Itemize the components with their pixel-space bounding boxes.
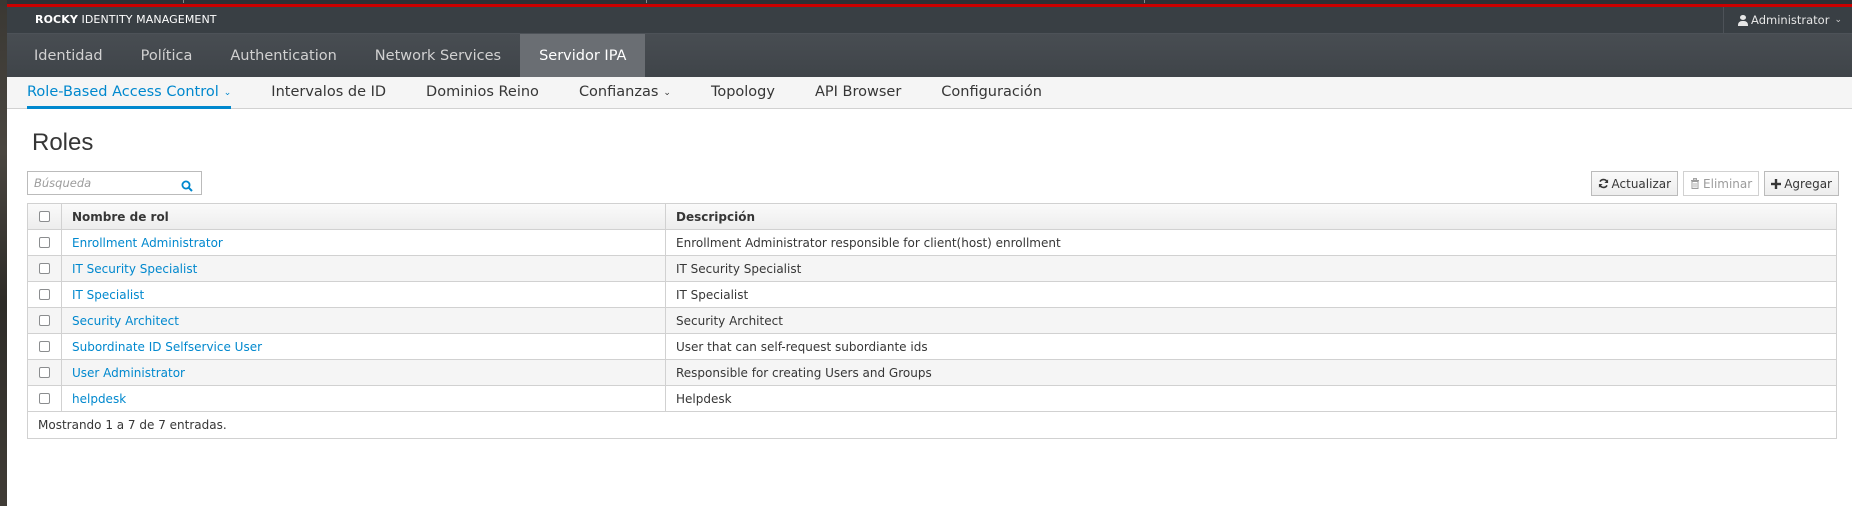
table-header: Nombre de rol Descripción	[28, 204, 1836, 230]
masthead: ROCKY IDENTITY MANAGEMENT Administrator …	[7, 7, 1852, 34]
chevron-down-icon: ⌄	[223, 87, 232, 98]
search-box	[27, 171, 202, 195]
table-row: helpdesk Helpdesk	[28, 386, 1836, 412]
role-description: Responsible for creating Users and Group…	[676, 365, 932, 380]
desktop-background-strip	[0, 0, 7, 506]
column-header-name[interactable]: Nombre de rol	[62, 204, 666, 229]
nav-politica[interactable]: Política	[122, 34, 212, 77]
refresh-button[interactable]: Actualizar	[1590, 171, 1679, 196]
table-row: IT Security Specialist IT Security Specia…	[28, 256, 1836, 282]
role-description: Helpdesk	[676, 391, 732, 406]
user-menu[interactable]: Administrator ⌄	[1723, 7, 1852, 33]
brand-logo: ROCKY IDENTITY MANAGEMENT	[35, 13, 217, 26]
role-description: IT Specialist	[676, 287, 749, 302]
table-row: Subordinate ID Selfservice User User that…	[28, 334, 1836, 360]
role-name-link[interactable]: Subordinate ID Selfservice User	[72, 340, 262, 354]
table-body: Enrollment Administrator Enrollment Admin…	[28, 230, 1836, 412]
role-name-link[interactable]: Security Architect	[72, 314, 179, 328]
nav-identidad[interactable]: Identidad	[15, 34, 122, 77]
app-window: ROCKY IDENTITY MANAGEMENT Administrator …	[7, 7, 1852, 506]
row-checkbox[interactable]	[39, 289, 50, 300]
page-title: Roles	[32, 129, 94, 156]
main-nav: Identidad Política Authentication Networ…	[7, 34, 1852, 77]
search-icon[interactable]	[181, 177, 193, 192]
subnav-dominios-reino[interactable]: Dominios Reino	[426, 77, 539, 108]
row-checkbox[interactable]	[39, 367, 50, 378]
sub-nav: Role-Based Access Control ⌄ Intervalos de…	[7, 77, 1852, 109]
row-checkbox[interactable]	[39, 341, 50, 352]
table-row: Security Architect Security Architect	[28, 308, 1836, 334]
nav-authentication[interactable]: Authentication	[211, 34, 355, 77]
role-description: User that can self-request subordiante i…	[676, 339, 928, 354]
role-name-link[interactable]: IT Security Specialist	[72, 262, 197, 276]
nav-servidor-ipa[interactable]: Servidor IPA	[520, 34, 646, 77]
nav-network-services[interactable]: Network Services	[356, 34, 520, 77]
table-footer: Mostrando 1 a 7 de 7 entradas.	[38, 418, 227, 432]
row-checkbox[interactable]	[39, 263, 50, 274]
subnav-intervalos-id[interactable]: Intervalos de ID	[271, 77, 386, 108]
table-row: IT Specialist IT Specialist	[28, 282, 1836, 308]
row-checkbox[interactable]	[39, 393, 50, 404]
role-name-link[interactable]: User Administrator	[72, 366, 185, 380]
chevron-down-icon: ⌄	[1834, 15, 1842, 25]
table-row: Enrollment Administrator Enrollment Admin…	[28, 230, 1836, 256]
delete-button[interactable]: Eliminar	[1683, 171, 1760, 196]
user-icon	[1738, 14, 1749, 26]
subnav-configuracion[interactable]: Configuración	[941, 77, 1042, 108]
subnav-confianzas[interactable]: Confianzas ⌄	[579, 77, 671, 108]
subnav-rbac[interactable]: Role-Based Access Control ⌄	[27, 77, 232, 109]
chevron-down-icon: ⌄	[663, 87, 671, 98]
search-input[interactable]	[34, 175, 174, 191]
subnav-topology[interactable]: Topology	[711, 77, 775, 108]
user-name: Administrator	[1751, 13, 1830, 27]
role-name-link[interactable]: helpdesk	[72, 392, 126, 406]
role-description: Security Architect	[676, 313, 783, 328]
row-checkbox[interactable]	[39, 315, 50, 326]
role-description: IT Security Specialist	[676, 261, 802, 276]
role-name-link[interactable]: Enrollment Administrator	[72, 236, 223, 250]
roles-table: Nombre de rol Descripción Enrollment Adm…	[27, 203, 1837, 439]
refresh-icon	[1598, 178, 1609, 189]
subnav-api-browser[interactable]: API Browser	[815, 77, 901, 108]
select-all-checkbox[interactable]	[39, 211, 50, 222]
row-checkbox[interactable]	[39, 237, 50, 248]
toolbar: Actualizar Eliminar Agregar	[1590, 171, 1839, 196]
role-description: Enrollment Administrator responsible for…	[676, 235, 1061, 250]
role-name-link[interactable]: IT Specialist	[72, 288, 144, 302]
add-button[interactable]: Agregar	[1764, 171, 1839, 196]
plus-icon	[1771, 178, 1782, 189]
table-row: User Administrator Responsible for creati…	[28, 360, 1836, 386]
trash-icon	[1690, 178, 1700, 189]
column-header-description[interactable]: Descripción	[666, 204, 1836, 229]
